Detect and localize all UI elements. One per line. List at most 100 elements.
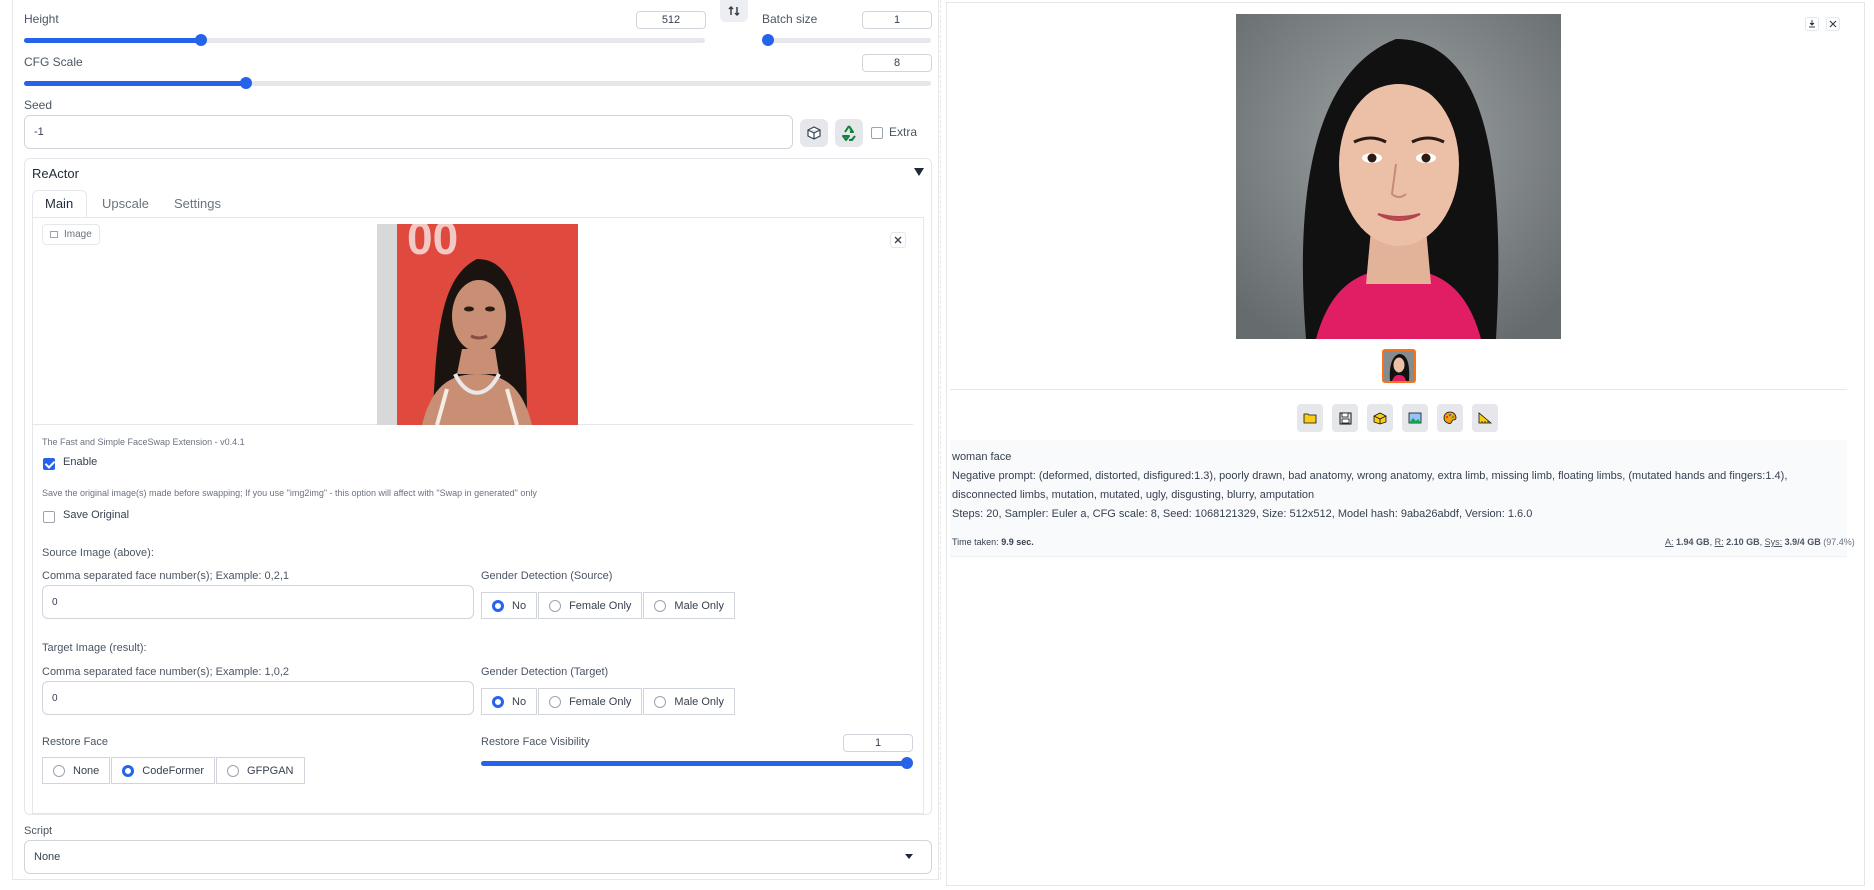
- column-divider: [940, 0, 941, 880]
- option-label: No: [512, 599, 527, 612]
- output-image[interactable]: [1236, 14, 1561, 339]
- option-label: Female Only: [569, 695, 632, 708]
- batch-size-slider-thumb[interactable]: [762, 34, 774, 46]
- radio-dot: [549, 599, 562, 612]
- restore-face-radio-group: None CodeFormer GFPGAN: [42, 757, 306, 784]
- gender-target-option-no[interactable]: No: [481, 688, 538, 715]
- restore-visibility-slider-thumb[interactable]: [901, 757, 913, 769]
- restore-visibility-slider[interactable]: [481, 757, 913, 769]
- prompt-text: woman face: [952, 451, 1012, 463]
- mem-r-label: R:: [1714, 537, 1724, 547]
- image-label-badge: Image: [42, 224, 100, 245]
- svg-text:00: 00: [407, 224, 458, 264]
- mem-pct: (97.4%): [1823, 537, 1855, 547]
- radio-dot: [227, 764, 240, 777]
- radio-dot: [549, 695, 562, 708]
- tab-settings[interactable]: Settings: [174, 196, 221, 211]
- height-slider-fill: [24, 38, 202, 43]
- mem-a-label: A:: [1665, 537, 1674, 547]
- source-faces-input[interactable]: 0: [42, 585, 474, 619]
- seed-label: Seed: [24, 98, 53, 112]
- option-label: Male Only: [674, 695, 724, 708]
- zip-button[interactable]: [1367, 404, 1393, 432]
- triangle-down-icon: [914, 168, 924, 176]
- script-selected-value: None: [34, 851, 61, 863]
- send-to-extras-button[interactable]: [1472, 404, 1498, 432]
- tab-upscale[interactable]: Upscale: [102, 196, 149, 211]
- send-to-img2img-button[interactable]: [1402, 404, 1428, 432]
- mem-a-value: 1.94 GB: [1676, 537, 1710, 547]
- target-faces-input[interactable]: 0: [42, 681, 474, 715]
- gallery-thumbnail[interactable]: [1382, 349, 1416, 383]
- script-dropdown[interactable]: None: [24, 840, 932, 874]
- radio-dot: [654, 695, 667, 708]
- zip-icon: [1373, 412, 1387, 424]
- clear-image-button[interactable]: [890, 232, 906, 248]
- swap-dimensions-button[interactable]: [720, 0, 748, 22]
- image-icon-small: [50, 231, 58, 238]
- restore-option-none[interactable]: None: [42, 757, 111, 784]
- enable-checkbox[interactable]: [43, 458, 55, 470]
- time-taken-label: Time taken:: [952, 537, 999, 547]
- option-label: CodeFormer: [142, 764, 205, 777]
- save-button[interactable]: [1332, 404, 1358, 432]
- swap-icon: [728, 5, 740, 17]
- target-faces-label: Comma separated face number(s); Example:…: [42, 666, 290, 678]
- seed-input[interactable]: -1: [24, 115, 793, 149]
- collapse-toggle[interactable]: [913, 166, 925, 178]
- gender-source-option-female[interactable]: Female Only: [538, 592, 643, 619]
- height-slider-thumb[interactable]: [195, 34, 208, 46]
- mem-sys-label: Sys:: [1764, 537, 1783, 547]
- negative-prompt-text: Negative prompt: (deformed, distorted, d…: [952, 470, 1788, 482]
- palette-icon: [1443, 411, 1457, 424]
- restore-visibility-number-input[interactable]: 1: [843, 734, 913, 752]
- reactor-title[interactable]: ReActor: [32, 166, 79, 181]
- send-to-inpaint-button[interactable]: [1437, 404, 1463, 432]
- gender-target-option-male[interactable]: Male Only: [643, 688, 735, 715]
- reuse-seed-button[interactable]: [835, 119, 863, 147]
- restore-visibility-label: Restore Face Visibility: [481, 736, 590, 748]
- save-original-checkbox[interactable]: [43, 511, 55, 523]
- batch-size-slider[interactable]: [762, 34, 931, 46]
- extra-seed-label: Extra: [889, 125, 918, 139]
- source-faces-label: Comma separated face number(s); Example:…: [42, 570, 290, 582]
- height-label: Height: [24, 12, 59, 26]
- cfg-scale-label: CFG Scale: [24, 55, 83, 69]
- mem-r-value: 2.10 GB: [1726, 537, 1760, 547]
- radio-dot: [53, 764, 65, 777]
- download-icon: [1809, 20, 1815, 28]
- restore-option-codeformer[interactable]: CodeFormer: [111, 757, 216, 784]
- gender-source-option-no[interactable]: No: [481, 592, 538, 619]
- close-icon: [1829, 20, 1837, 28]
- open-folder-button[interactable]: [1297, 404, 1323, 432]
- random-seed-button[interactable]: [800, 119, 828, 147]
- gender-source-option-male[interactable]: Male Only: [643, 592, 735, 619]
- time-taken-value: 9.9 sec.: [1001, 537, 1034, 547]
- gender-target-option-female[interactable]: Female Only: [538, 688, 643, 715]
- batch-size-number-input[interactable]: 1: [862, 11, 932, 29]
- mem-sys-value: 3.9/4 GB: [1784, 537, 1821, 547]
- save-icon: [1339, 412, 1351, 424]
- height-number-input[interactable]: 512: [636, 11, 706, 29]
- extra-seed-checkbox[interactable]: [871, 127, 883, 139]
- close-output-button[interactable]: [1826, 17, 1840, 31]
- option-label: Female Only: [569, 599, 632, 612]
- script-label: Script: [24, 825, 53, 837]
- save-original-note: Save the original image(s) made before s…: [42, 488, 537, 498]
- restore-option-gfpgan[interactable]: GFPGAN: [216, 757, 305, 784]
- cfg-scale-slider[interactable]: [24, 77, 931, 89]
- restore-visibility-slider-fill: [481, 761, 907, 766]
- version-text: The Fast and Simple FaceSwap Extension -…: [42, 437, 245, 447]
- cfg-scale-number-input[interactable]: 8: [862, 54, 932, 72]
- image-label: Image: [64, 229, 92, 240]
- source-face-image: 00: [377, 224, 578, 425]
- download-image-button[interactable]: [1805, 17, 1819, 31]
- height-slider[interactable]: [24, 34, 705, 46]
- tab-main[interactable]: Main: [45, 196, 73, 211]
- enable-label: Enable: [63, 456, 98, 468]
- memory-usage: A: 1.94 GB, R: 2.10 GB, Sys: 3.9/4 GB (9…: [1665, 537, 1855, 547]
- negative-prompt-text-cont: disconnected limbs, mutation, mutated, u…: [952, 489, 1315, 501]
- option-label: GFPGAN: [247, 764, 294, 777]
- generation-params-text: Steps: 20, Sampler: Euler a, CFG scale: …: [952, 508, 1533, 520]
- target-image-heading: Target Image (result):: [42, 642, 147, 654]
